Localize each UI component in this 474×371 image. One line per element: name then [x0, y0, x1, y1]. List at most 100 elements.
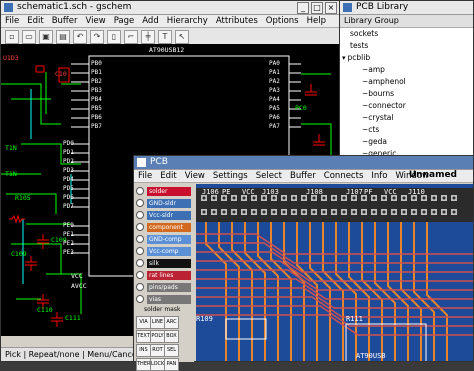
pad-hole	[442, 210, 446, 214]
layer-radio-icon[interactable]	[136, 211, 144, 219]
layer-radio-icon[interactable]	[136, 295, 144, 303]
gschem-menu-hierarchy[interactable]: Hierarchy	[167, 15, 208, 27]
layer-row[interactable]: rat lines	[136, 270, 194, 280]
tool-arc-icon[interactable]: ARC	[164, 316, 179, 329]
layer-radio-icon[interactable]	[136, 247, 144, 255]
add-component-icon[interactable]: ▯	[107, 29, 121, 44]
tool-box-icon[interactable]: BOX	[164, 330, 179, 343]
redo-icon[interactable]: ↷	[90, 29, 104, 44]
pcb-menu-edit[interactable]: Edit	[160, 170, 176, 182]
library-title-bar[interactable]: PCB Library	[340, 1, 473, 15]
maximize-icon[interactable]: □	[311, 2, 323, 14]
print-icon[interactable]: ▤	[56, 29, 70, 44]
pcb-menu-file[interactable]: File	[138, 170, 152, 182]
layer-radio-icon[interactable]	[136, 259, 144, 267]
gschem-menu-add[interactable]: Add	[142, 15, 158, 27]
pcb-menu-connects[interactable]: Connects	[324, 170, 364, 182]
tool-poly-icon[interactable]: POLY	[150, 330, 165, 343]
gschem-menu-buffer[interactable]: Buffer	[52, 15, 78, 27]
add-text-icon[interactable]: T	[158, 29, 172, 44]
board-label: J106	[202, 188, 219, 196]
minimize-icon[interactable]: _	[297, 2, 309, 14]
gschem-menu-page[interactable]: Page	[114, 15, 135, 27]
layer-chip[interactable]: GND-sldr	[147, 198, 191, 208]
undo-icon[interactable]: ↶	[73, 29, 87, 44]
layer-row[interactable]: GND-sldr	[136, 198, 194, 208]
pcb-canvas[interactable]: J106 PE VCC J103 J108 J107 PF VCC J110 R109 R111 AT…	[196, 184, 473, 361]
gschem-menu-view[interactable]: View	[86, 15, 106, 27]
library-group-header[interactable]: Library Group	[340, 15, 473, 28]
layer-chip[interactable]: rat lines	[147, 270, 191, 280]
layer-row[interactable]: GND-comp	[136, 234, 194, 244]
gschem-menu-options[interactable]: Options	[266, 15, 299, 27]
layer-row[interactable]: Vcc-comp	[136, 246, 194, 256]
library-item[interactable]: ~bourns	[340, 88, 473, 100]
gschem-app-icon	[4, 3, 13, 12]
layer-radio-icon[interactable]	[136, 199, 144, 207]
layer-chip[interactable]: component	[147, 222, 191, 232]
library-item[interactable]: sockets	[340, 28, 473, 40]
layer-chip[interactable]: pins/pads	[147, 282, 191, 292]
pin-label-pa: PA7	[269, 123, 280, 130]
pcb-menu-info[interactable]: Info	[371, 170, 387, 182]
tool-rot-icon[interactable]: ROT	[150, 344, 165, 357]
library-item[interactable]: tests	[340, 40, 473, 52]
pcb-menu-buffer[interactable]: Buffer	[290, 170, 316, 182]
pcb-menu-view[interactable]: View	[185, 170, 205, 182]
pcb-title-bar[interactable]: PCB	[134, 156, 473, 170]
layer-chip[interactable]: solder	[147, 186, 191, 196]
layer-chip[interactable]: silk	[147, 258, 191, 268]
select-icon[interactable]: ↖	[175, 29, 189, 44]
tool-pan-icon[interactable]: PAN	[164, 358, 179, 371]
pad-hole	[432, 196, 436, 200]
tool-lock-icon[interactable]: LOCK	[150, 358, 165, 371]
library-item[interactable]: ~geda	[340, 136, 473, 148]
add-net-icon[interactable]: ⌐	[124, 29, 138, 44]
pcb-trace	[196, 287, 473, 309]
layer-radio-icon[interactable]	[136, 187, 144, 195]
pcb-menu-settings[interactable]: Settings	[213, 170, 248, 182]
layer-chip[interactable]: Vcc-sldr	[147, 210, 191, 220]
library-item[interactable]: ~amp	[340, 64, 473, 76]
close-icon[interactable]: ×	[325, 2, 337, 14]
layer-chip[interactable]: vias	[147, 294, 191, 304]
tool-text-icon[interactable]: TEXT	[136, 330, 151, 343]
layer-row[interactable]: solder	[136, 186, 194, 196]
layer-radio-icon[interactable]	[136, 271, 144, 279]
library-item[interactable]: ~crystal	[340, 112, 473, 124]
layer-chip[interactable]: Vcc-comp	[147, 246, 191, 256]
gschem-title-bar[interactable]: schematic1.sch - gschem _ □ ×	[1, 1, 339, 15]
library-item[interactable]: ~connector	[340, 100, 473, 112]
library-item[interactable]: ▾ pcblib	[340, 52, 473, 64]
tool-sel-icon[interactable]: SEL	[164, 344, 179, 357]
expander-icon[interactable]: ▾	[342, 54, 346, 62]
layer-row[interactable]: vias	[136, 294, 194, 304]
pcb-menu-select[interactable]: Select	[256, 170, 282, 182]
add-bus-icon[interactable]: ╪	[141, 29, 155, 44]
gschem-menu-attributes[interactable]: Attributes	[216, 15, 258, 27]
open-file-icon[interactable]: ▭	[22, 29, 36, 44]
gschem-menu-file[interactable]: File	[5, 15, 19, 27]
gschem-menu-help[interactable]: Help	[307, 15, 326, 27]
pin-label-pb: PB2	[91, 78, 102, 85]
pin-label-pb: PB7	[91, 123, 102, 130]
layer-row[interactable]: component	[136, 222, 194, 232]
chip-label: AT90USB12	[149, 46, 185, 54]
save-icon[interactable]: ▣	[39, 29, 53, 44]
library-item[interactable]: ~amphenol	[340, 76, 473, 88]
layer-radio-icon[interactable]	[136, 235, 144, 243]
library-item[interactable]: ~cts	[340, 124, 473, 136]
new-file-icon[interactable]: ▫	[5, 29, 19, 44]
layer-chip[interactable]: GND-comp	[147, 234, 191, 244]
layer-radio-icon[interactable]	[136, 223, 144, 231]
gschem-menu-edit[interactable]: Edit	[27, 15, 43, 27]
tool-via-icon[interactable]: VIA	[136, 316, 151, 329]
pin-label-avcc: AVCC	[71, 282, 87, 290]
tool-line-icon[interactable]: LINE	[150, 316, 165, 329]
layer-row[interactable]: Vcc-sldr	[136, 210, 194, 220]
layer-row[interactable]: silk	[136, 258, 194, 268]
tool-therm-icon[interactable]: THERM	[136, 358, 151, 371]
tool-ins-icon[interactable]: INS	[136, 344, 151, 357]
layer-row[interactable]: pins/pads	[136, 282, 194, 292]
layer-radio-icon[interactable]	[136, 283, 144, 291]
